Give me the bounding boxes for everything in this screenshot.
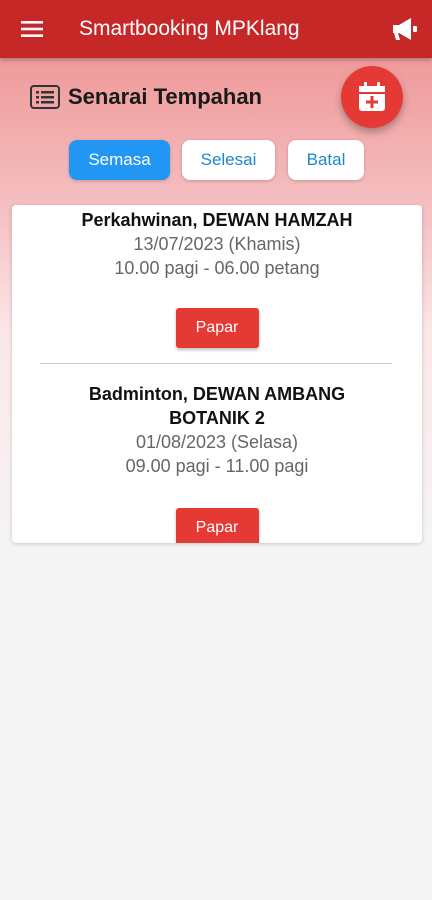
booking-date: 13/07/2023 (Khamis) <box>133 234 301 254</box>
page-title: Senarai Tempahan <box>68 84 262 109</box>
booking-title: Perkahwinan, DEWAN HAMZAH <box>81 210 353 230</box>
booking-time: 10.00 pagi - 06.00 petang <box>114 258 320 278</box>
booking-list-card: Perkahwinan, DEWAN HAMZAH 13/07/2023 (Kh… <box>12 205 422 543</box>
booking-title: Badminton, DEWAN AMBANG BOTANIK 2 <box>88 384 346 428</box>
app-bar: Smartbooking MPKlang <box>0 0 432 58</box>
booking-time: 09.00 pagi - 11.00 pagi <box>125 456 309 476</box>
page-header: Senarai Tempahan <box>30 84 262 110</box>
view-booking-button[interactable]: Papar <box>175 308 259 348</box>
booking-item: Badminton, DEWAN AMBANG BOTANIK 2 01/08/… <box>12 382 422 543</box>
tab-selesai[interactable]: Selesai <box>182 140 275 180</box>
calendar-add-icon <box>359 82 385 111</box>
tab-batal[interactable]: Batal <box>288 140 364 180</box>
add-booking-button[interactable] <box>341 66 403 128</box>
view-booking-button[interactable]: Papar <box>175 508 259 543</box>
hamburger-menu-icon <box>21 21 43 37</box>
tab-semasa[interactable]: Semasa <box>69 140 170 180</box>
menu-button[interactable] <box>0 0 64 58</box>
announcement-button[interactable] <box>378 0 432 58</box>
divider <box>40 363 392 364</box>
status-tabs: Semasa Selesai Batal <box>0 140 432 182</box>
app-title: Smartbooking MPKlang <box>79 17 300 40</box>
megaphone-icon <box>393 18 417 40</box>
booking-date: 01/08/2023 (Selasa) <box>135 432 299 452</box>
booking-item: Perkahwinan, DEWAN HAMZAH 13/07/2023 (Kh… <box>12 208 422 348</box>
list-icon <box>30 85 60 109</box>
